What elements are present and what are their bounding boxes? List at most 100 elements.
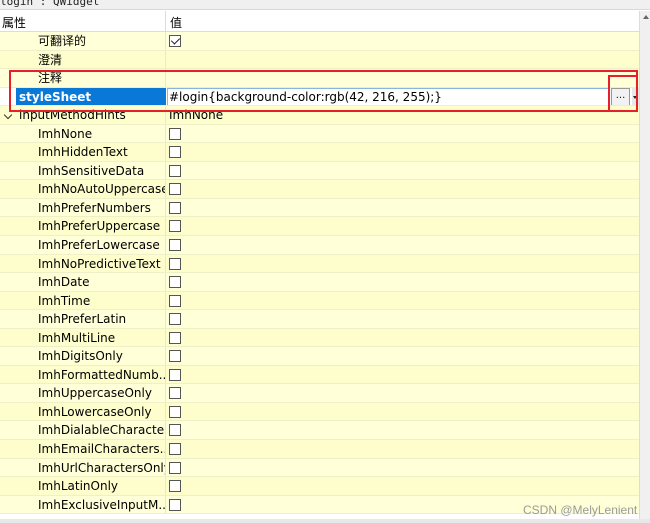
property-value-cell[interactable] xyxy=(166,440,639,458)
list-item[interactable]: ImhSensitiveData xyxy=(0,161,639,181)
property-value-cell[interactable] xyxy=(166,162,639,180)
checkbox[interactable] xyxy=(169,498,181,511)
property-name: 注释 xyxy=(38,71,63,86)
list-item[interactable]: ImhEmailCharacters... xyxy=(0,440,639,459)
property-table: 可翻译的 澄清 注释 styleSheet #login{background-… xyxy=(0,32,639,515)
list-item[interactable]: ImhTime xyxy=(0,291,639,311)
checkbox[interactable] xyxy=(169,127,181,140)
checkbox[interactable] xyxy=(169,443,181,456)
checkbox[interactable] xyxy=(169,368,181,381)
property-value-cell[interactable]: ImhNone xyxy=(166,106,639,124)
property-value-cell[interactable] xyxy=(166,421,639,439)
property-row[interactable]: 澄清 xyxy=(0,50,639,70)
property-name-cell: ImhFormattedNumb... xyxy=(0,365,166,384)
list-item[interactable]: ImhMultiLine xyxy=(0,328,639,348)
property-value-cell[interactable] xyxy=(166,143,639,161)
property-name-cell: ImhLowercaseOnly xyxy=(0,402,166,421)
list-item[interactable]: ImhLatinOnly xyxy=(0,477,639,496)
property-name: ImhPreferUppercase xyxy=(38,219,161,234)
edit-stylesheet-button[interactable]: ... xyxy=(611,87,630,106)
checkbox[interactable] xyxy=(169,239,181,252)
checkbox[interactable] xyxy=(169,201,181,214)
property-value-cell[interactable] xyxy=(166,255,639,273)
stylesheet-value-editor[interactable]: #login{background-color:rgb(42, 216, 255… xyxy=(167,87,610,106)
checkbox[interactable] xyxy=(169,331,181,344)
checkbox-translatable[interactable] xyxy=(169,35,181,47)
list-item[interactable]: ImhLowercaseOnly xyxy=(0,402,639,422)
property-name: 澄清 xyxy=(38,52,63,67)
checkbox[interactable] xyxy=(169,405,181,418)
property-value-cell[interactable] xyxy=(166,217,639,235)
property-value-cell[interactable]: #login{background-color:rgb(42, 216, 255… xyxy=(166,87,639,106)
property-value-cell[interactable] xyxy=(166,199,639,217)
property-name-cell: 注释 xyxy=(0,69,166,87)
property-name: ImhTime xyxy=(38,293,91,308)
checkbox[interactable] xyxy=(169,220,181,233)
property-value-cell[interactable] xyxy=(166,329,639,347)
list-item[interactable]: ImhDialableCharacte... xyxy=(0,421,639,441)
property-value-cell[interactable] xyxy=(166,51,639,69)
selected-property-name[interactable]: styleSheet xyxy=(16,87,166,106)
list-item[interactable]: ImhPreferLatin xyxy=(0,310,639,329)
list-item[interactable]: ImhFormattedNumb... xyxy=(0,365,639,385)
property-value-cell[interactable] xyxy=(166,273,639,291)
property-name: ImhPreferLatin xyxy=(38,312,127,327)
list-item[interactable]: ImhPreferNumbers xyxy=(0,198,639,218)
checkbox[interactable] xyxy=(169,461,181,474)
list-item[interactable]: ImhNoPredictiveText xyxy=(0,254,639,274)
property-name: ImhNoPredictiveText xyxy=(38,256,161,271)
checkbox[interactable] xyxy=(169,294,181,307)
property-value-cell[interactable] xyxy=(166,477,639,495)
property-row[interactable]: 注释 xyxy=(0,69,639,88)
property-value: ImhNone xyxy=(169,108,224,123)
property-row[interactable]: inputMethodHints ImhNone xyxy=(0,106,639,125)
list-item[interactable]: ImhPreferLowercase xyxy=(0,236,639,255)
checkbox[interactable] xyxy=(169,146,181,159)
dropdown-arrow-icon[interactable] xyxy=(632,87,639,106)
checkbox[interactable] xyxy=(169,350,181,363)
property-value-cell[interactable] xyxy=(166,180,639,198)
property-value-cell[interactable] xyxy=(166,310,639,328)
chevron-down-icon[interactable] xyxy=(3,110,13,120)
checkbox[interactable] xyxy=(169,424,181,437)
property-value-cell[interactable] xyxy=(166,384,639,402)
property-value-cell[interactable] xyxy=(166,69,639,87)
list-item[interactable]: ImhPreferUppercase xyxy=(0,217,639,237)
checkbox[interactable] xyxy=(169,257,181,270)
property-value-cell[interactable] xyxy=(166,125,639,143)
checkbox[interactable] xyxy=(169,164,181,177)
property-name: ImhFormattedNumb... xyxy=(38,367,166,382)
list-item[interactable]: ImhUppercaseOnly xyxy=(0,384,639,403)
checkbox[interactable] xyxy=(169,387,181,400)
header-value[interactable]: 值 xyxy=(170,14,182,31)
property-name: ImhExclusiveInputM... xyxy=(38,497,166,512)
property-name: ImhDialableCharacte... xyxy=(38,423,166,438)
header-divider[interactable] xyxy=(165,11,166,32)
horizontal-scrollbar[interactable] xyxy=(0,519,650,523)
property-value-cell[interactable] xyxy=(166,366,639,384)
list-item[interactable]: ImhUrlCharactersOnly xyxy=(0,458,639,478)
checkbox[interactable] xyxy=(169,313,181,326)
property-name-cell: ImhMultiLine xyxy=(0,328,166,347)
checkbox[interactable] xyxy=(169,276,181,289)
property-value-cell[interactable] xyxy=(166,236,639,254)
property-value-cell[interactable] xyxy=(166,292,639,310)
vertical-scrollbar[interactable] xyxy=(639,11,650,519)
property-name: ImhMultiLine xyxy=(38,330,116,345)
property-value-cell[interactable] xyxy=(166,347,639,365)
list-item[interactable]: ImhHiddenText xyxy=(0,143,639,162)
list-item[interactable]: ImhDate xyxy=(0,273,639,292)
checkbox[interactable] xyxy=(169,480,181,493)
header-property[interactable]: 属性 xyxy=(2,14,26,31)
property-name-cell: ImhPreferUppercase xyxy=(0,217,166,236)
scroll-up-icon[interactable] xyxy=(643,15,649,19)
property-value-cell[interactable] xyxy=(166,459,639,477)
checkbox[interactable] xyxy=(169,183,181,196)
property-value-cell[interactable] xyxy=(166,32,639,50)
property-row[interactable]: 可翻译的 xyxy=(0,32,639,51)
list-item[interactable]: ImhNone xyxy=(0,124,639,144)
list-item[interactable]: ImhNoAutoUppercase xyxy=(0,180,639,199)
list-item[interactable]: ImhDigitsOnly xyxy=(0,347,639,366)
property-value-cell[interactable] xyxy=(166,403,639,421)
property-row-stylesheet[interactable]: styleSheet #login{background-color:rgb(4… xyxy=(0,87,639,107)
